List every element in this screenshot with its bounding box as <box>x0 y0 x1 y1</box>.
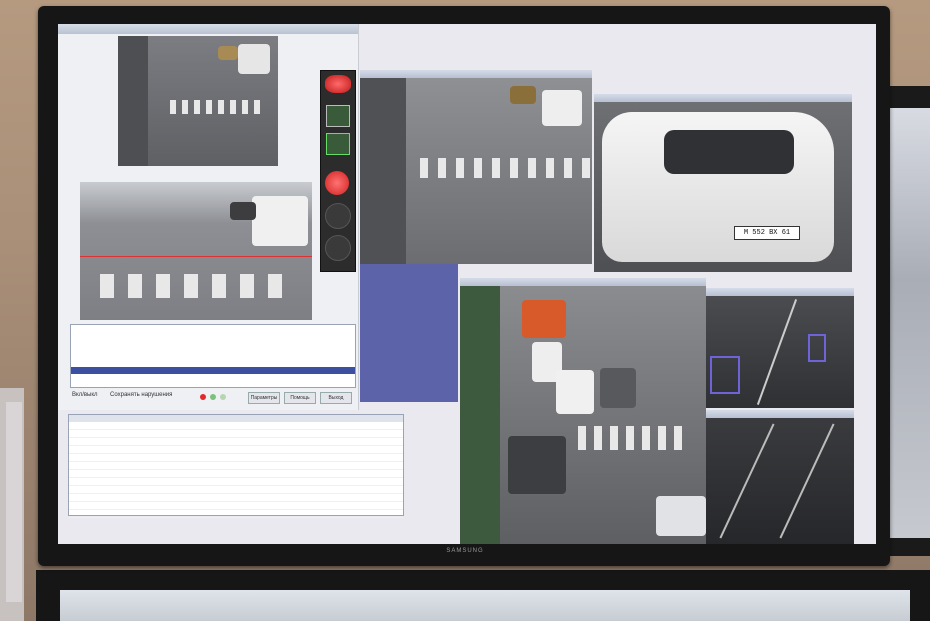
table-row[interactable] <box>69 470 403 478</box>
event-log-selected-row[interactable] <box>71 367 355 374</box>
plate-camera-titlebar <box>594 94 852 102</box>
monitor-brand-label: SAMSUNG <box>446 548 484 554</box>
table-row[interactable] <box>69 430 403 438</box>
enable-checkbox[interactable]: Вкл/выкл <box>72 392 98 398</box>
camera-view-tracking[interactable] <box>706 296 854 408</box>
table-row[interactable] <box>69 478 403 486</box>
table-row[interactable] <box>69 422 403 430</box>
parameters-button[interactable]: Параметры <box>248 392 280 404</box>
tracking-box <box>710 356 740 394</box>
camera-view-intersection-top[interactable] <box>360 78 592 264</box>
camera-view-intersection-main[interactable] <box>460 286 706 544</box>
camera-view-road[interactable] <box>706 418 854 544</box>
intersection-camera-titlebar <box>460 278 706 286</box>
table-row[interactable] <box>69 502 403 510</box>
violations-table[interactable] <box>68 414 404 518</box>
ok-icon[interactable] <box>210 394 216 400</box>
empty-video-slot <box>360 264 458 402</box>
table-header <box>69 415 403 422</box>
table-row[interactable] <box>69 462 403 470</box>
camera-view-license-plate[interactable]: М 552 ВХ 61 <box>594 102 852 272</box>
yellow-frame-icon <box>326 105 350 127</box>
green-frame-icon <box>326 133 350 155</box>
table-row[interactable] <box>69 510 403 518</box>
tracking-camera-titlebar <box>706 288 854 296</box>
refresh-icon[interactable] <box>220 394 226 400</box>
camera-view-crosswalk-top[interactable] <box>118 36 278 166</box>
amber-lamp-icon <box>325 203 351 229</box>
red-status-icon <box>325 75 351 93</box>
table-row[interactable] <box>69 438 403 446</box>
camera-window-titlebar <box>360 70 592 78</box>
event-log-list[interactable] <box>70 324 356 388</box>
traffic-light-indicator <box>320 70 356 272</box>
help-button[interactable]: Помощь <box>284 392 316 404</box>
table-row[interactable] <box>69 454 403 462</box>
app-button-bar: Вкл/выкл Сохранять нарушения Параметры П… <box>70 390 354 406</box>
red-lamp-icon <box>325 171 349 195</box>
exit-button[interactable]: Выход <box>320 392 352 404</box>
record-icon[interactable] <box>200 394 206 400</box>
camera-view-crosswalk-bottom[interactable] <box>80 182 312 320</box>
monitor-screen: Вкл/выкл Сохранять нарушения Параметры П… <box>58 24 876 544</box>
table-row[interactable] <box>69 486 403 494</box>
save-violations-checkbox[interactable]: Сохранять нарушения <box>110 392 172 398</box>
license-plate: М 552 ВХ 61 <box>734 226 800 240</box>
adjacent-monitor-bottom <box>36 570 930 621</box>
violation-detection-app: Вкл/выкл Сохранять нарушения Параметры П… <box>58 24 359 410</box>
adjacent-monitor-left <box>0 388 24 621</box>
green-lamp-icon <box>325 235 351 261</box>
road-camera-titlebar <box>706 410 854 418</box>
app-titlebar <box>58 24 358 34</box>
table-row[interactable] <box>69 494 403 502</box>
table-row[interactable] <box>69 446 403 454</box>
tracking-box <box>808 334 826 362</box>
